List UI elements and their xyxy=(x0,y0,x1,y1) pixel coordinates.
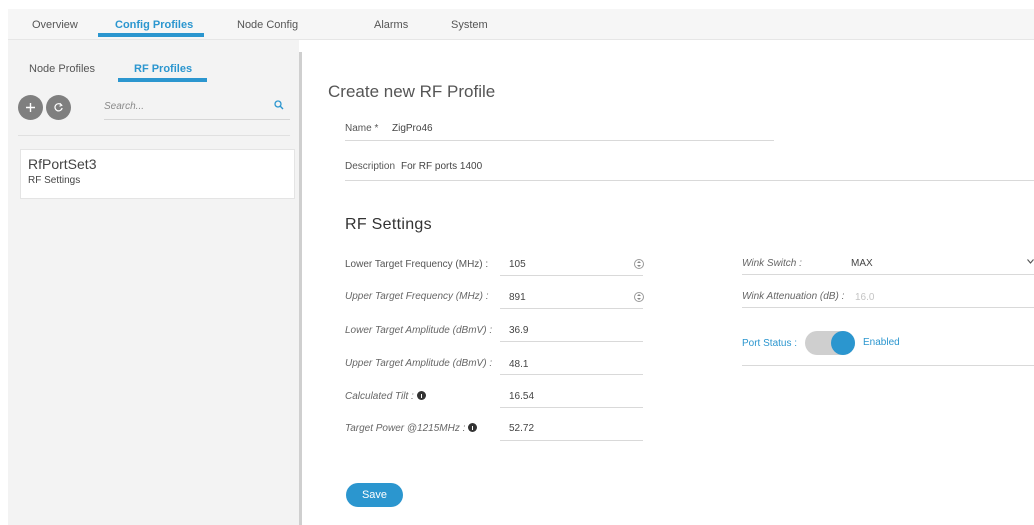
info-icon[interactable] xyxy=(468,423,478,432)
active-subtab-indicator xyxy=(118,78,207,82)
profile-subtitle: RF Settings xyxy=(28,175,81,186)
refresh-icon xyxy=(54,102,63,112)
upper-target-frequency-input[interactable]: 891 xyxy=(509,292,526,303)
tab-system[interactable]: System xyxy=(451,19,488,31)
upper-target-amplitude-label: Upper Target Amplitude (dBmV) : xyxy=(345,358,493,369)
upper-amplitude-underline xyxy=(500,374,643,375)
port-status-value: Enabled xyxy=(863,337,900,348)
lower-frequency-stepper-icon[interactable] xyxy=(634,259,644,269)
calculated-tilt-underline xyxy=(500,407,643,408)
wink-switch-select[interactable]: MAX xyxy=(851,258,873,269)
calculated-tilt-label-text: Calculated Tilt : xyxy=(345,391,414,402)
profile-name: RfPortSet3 xyxy=(28,156,97,172)
search-icon[interactable] xyxy=(274,100,284,110)
lower-target-amplitude-label: Lower Target Amplitude (dBmV) : xyxy=(345,325,493,336)
add-profile-button[interactable] xyxy=(18,95,43,120)
wink-switch-label: Wink Switch : xyxy=(742,258,802,269)
panel-resize-handle[interactable] xyxy=(299,52,302,525)
tab-config-profiles[interactable]: Config Profiles xyxy=(115,19,193,31)
upper-frequency-underline xyxy=(500,308,643,309)
lower-amplitude-underline xyxy=(500,341,643,342)
profile-list-item[interactable]: RfPortSet3 RF Settings xyxy=(20,149,295,199)
name-field[interactable]: ZigPro46 xyxy=(392,123,433,134)
target-power-underline xyxy=(500,440,643,441)
upper-frequency-stepper-icon[interactable] xyxy=(634,292,644,302)
calculated-tilt-value: 16.54 xyxy=(509,391,535,402)
port-status-label: Port Status : xyxy=(742,338,798,349)
description-field[interactable]: For RF ports 1400 xyxy=(401,161,482,172)
wink-switch-underline xyxy=(742,274,1034,275)
lower-target-frequency-input[interactable]: 105 xyxy=(509,259,526,270)
plus-icon xyxy=(26,103,35,112)
search-box xyxy=(104,95,290,120)
subtab-rf-profiles[interactable]: RF Profiles xyxy=(134,63,192,75)
info-icon[interactable] xyxy=(416,391,426,400)
wink-attenuation-underline xyxy=(742,307,1034,308)
lower-target-frequency-label: Lower Target Frequency (MHz) : xyxy=(345,259,489,270)
active-tab-indicator xyxy=(98,33,204,37)
wink-attenuation-input[interactable]: 16.0 xyxy=(855,292,874,303)
lower-target-amplitude-input[interactable]: 36.9 xyxy=(509,325,528,336)
page-title: Create new RF Profile xyxy=(328,82,496,101)
search-input[interactable] xyxy=(104,97,264,115)
target-power-value: 52.72 xyxy=(509,423,535,434)
description-label: Description xyxy=(345,161,396,172)
toggle-knob xyxy=(831,331,855,355)
calculated-tilt-label: Calculated Tilt : xyxy=(345,391,426,402)
name-field-underline xyxy=(345,140,774,141)
tab-alarms[interactable]: Alarms xyxy=(374,19,408,31)
refresh-button[interactable] xyxy=(46,95,71,120)
upper-target-frequency-label: Upper Target Frequency (MHz) : xyxy=(345,291,489,302)
subtab-node-profiles[interactable]: Node Profiles xyxy=(29,63,95,75)
target-power-label-text: Target Power @1215MHz : xyxy=(345,423,466,434)
port-status-toggle[interactable] xyxy=(805,331,855,355)
target-power-label: Target Power @1215MHz : xyxy=(345,423,478,434)
sidebar-divider-line xyxy=(18,135,290,136)
upper-target-amplitude-input[interactable]: 48.1 xyxy=(509,359,528,370)
name-label: Name * xyxy=(345,123,379,134)
sidebar: Node Profiles RF Profiles RfPortSet3 RF … xyxy=(8,40,299,525)
chevron-down-icon[interactable] xyxy=(1027,259,1034,264)
tab-node-config[interactable]: Node Config xyxy=(237,19,298,31)
save-button[interactable]: Save xyxy=(346,483,403,507)
description-field-underline xyxy=(345,180,1034,181)
tab-overview[interactable]: Overview xyxy=(32,19,78,31)
wink-attenuation-label: Wink Attenuation (dB) : xyxy=(742,291,845,302)
port-status-underline xyxy=(742,365,1034,366)
rf-settings-heading: RF Settings xyxy=(345,216,432,233)
lower-frequency-underline xyxy=(500,275,643,276)
